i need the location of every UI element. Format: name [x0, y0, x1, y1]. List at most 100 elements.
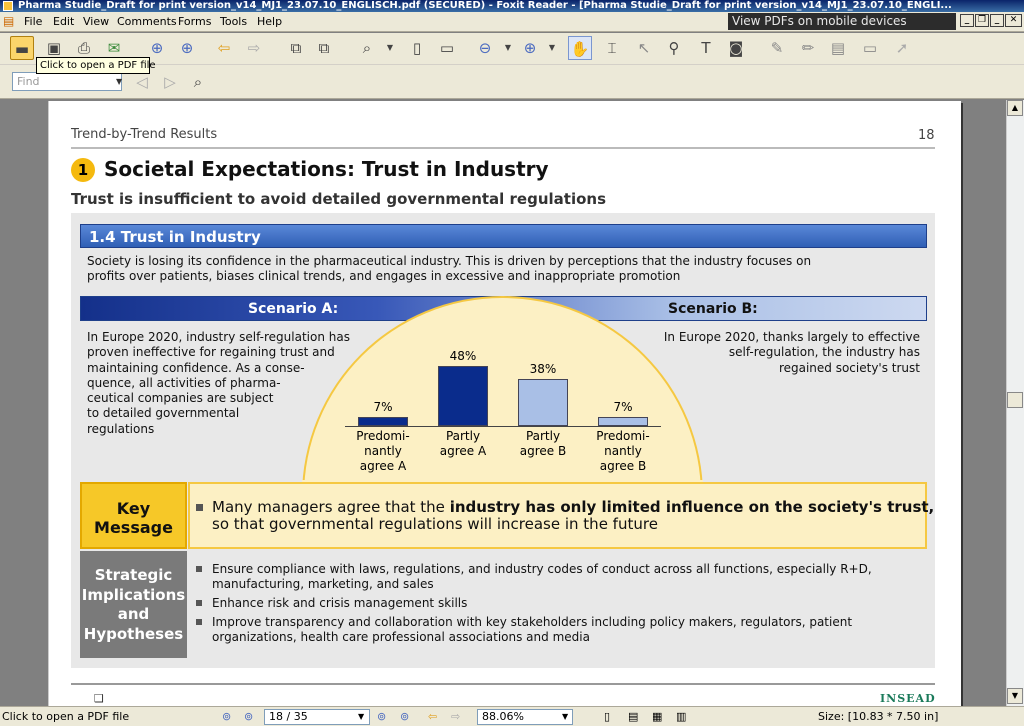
scenario-b-text: In Europe 2020, thanks largely to effect…: [620, 330, 920, 376]
zoom-level-dropdown-icon[interactable]: ▼: [562, 712, 568, 721]
mobile-promo-banner[interactable]: View PDFs on mobile devices: [728, 13, 956, 30]
binoculars-icon[interactable]: ⚲: [662, 36, 686, 60]
continuous-facing-icon[interactable]: ▥: [676, 710, 686, 723]
zoom-dropdown-icon[interactable]: ▼: [378, 36, 402, 60]
comment-icon[interactable]: ▭: [858, 36, 882, 60]
key-message-text: Many managers agree that the industry ha…: [196, 499, 934, 533]
scenario-a-line: ceutical companies are subject: [87, 391, 274, 406]
window-minimize-button[interactable]: _: [990, 14, 1004, 27]
key-message-label-line: Message: [94, 518, 173, 537]
page-number: 18: [918, 128, 935, 143]
select-annotation-icon[interactable]: ↖: [632, 36, 656, 60]
rotate-page-icon[interactable]: ⧉: [284, 36, 308, 60]
stamp-icon[interactable]: ➚: [890, 36, 914, 60]
zoom-out-circle-icon[interactable]: ⊖: [473, 36, 497, 60]
zoom-in-circle-icon[interactable]: ⊕: [518, 36, 542, 60]
menu-forms[interactable]: Forms: [178, 15, 211, 28]
facing-page-icon[interactable]: ▦: [652, 710, 662, 723]
back-arrow-icon[interactable]: ⇦: [212, 36, 236, 60]
scenario-a-line: regulations: [87, 421, 155, 436]
prev-page-icon[interactable]: ⊚: [244, 710, 253, 723]
scenario-a-line: quence, all activities of pharma-: [87, 375, 281, 390]
find-dropdown-icon[interactable]: ▼: [116, 72, 126, 91]
rotate-page-right-icon[interactable]: ⧉: [312, 36, 336, 60]
chart-bar: [358, 417, 408, 426]
hand-tool-icon[interactable]: ✋: [568, 36, 592, 60]
menu-edit[interactable]: Edit: [53, 15, 74, 28]
chart-category-label: Predomi-nantly agree B: [596, 429, 650, 473]
strategic-implications-list: Ensure compliance with laws, regulations…: [196, 562, 872, 649]
scenario-b-line: self-regulation, the industry has: [728, 345, 920, 360]
header-divider: [71, 147, 935, 149]
menu-view[interactable]: View: [83, 15, 109, 28]
continuous-page-icon[interactable]: ▤: [628, 710, 638, 723]
key-message-text-line2: so that governmental regulations will in…: [212, 515, 658, 533]
page-header: Trend-by-Trend Results: [71, 127, 218, 142]
page-dropdown-icon[interactable]: ▼: [358, 712, 364, 721]
fit-page-icon[interactable]: ▯: [405, 36, 429, 60]
chart-value-label: 7%: [373, 400, 393, 414]
next-page-icon[interactable]: ⊕: [175, 36, 199, 60]
forward-arrow-icon[interactable]: ⇨: [242, 36, 266, 60]
fit-width-icon[interactable]: ▭: [435, 36, 459, 60]
find-input[interactable]: Find: [12, 72, 122, 91]
single-page-icon[interactable]: ▯: [604, 710, 610, 723]
list-item: Improve transparency and collaboration w…: [196, 615, 872, 645]
page-title: Societal Expectations: Trust in Industry: [104, 157, 549, 181]
zoom-in-icon[interactable]: ⌕: [355, 36, 379, 60]
zoom-in-dropdown-icon[interactable]: ▼: [540, 36, 564, 60]
scroll-down-icon[interactable]: ▼: [1007, 688, 1023, 704]
menu-tools[interactable]: Tools: [220, 15, 247, 28]
footer-logo: INSEAD: [880, 692, 936, 705]
select-text-icon[interactable]: ⌶: [600, 36, 624, 60]
section-description-line: Society is losing its confidence in the …: [87, 254, 812, 268]
page-number-input[interactable]: 18 / 35: [264, 709, 370, 725]
annotation-tool-icon[interactable]: ✎: [765, 36, 789, 60]
first-page-icon[interactable]: ⊚: [222, 710, 231, 723]
bullet-icon: [196, 566, 202, 572]
list-item-line: Ensure compliance with laws, regulations…: [212, 562, 872, 576]
open-folder-icon[interactable]: ▬: [10, 36, 34, 60]
chart-category-label: Partly agree B: [519, 429, 567, 458]
footer-divider: [71, 683, 935, 685]
chart-category-label: Predomi-nantly agree A: [356, 429, 410, 473]
page-size-readout: Size: [10.83 * 7.50 in]: [818, 710, 939, 723]
list-item-line: manufacturing, marketing, and sales: [212, 577, 434, 591]
tooltip: Click to open a PDF file: [36, 57, 156, 74]
section-title-bar: 1.4 Trust in Industry: [80, 224, 927, 248]
strategic-implications-label: Strategic Implications and Hypotheses: [80, 551, 187, 658]
advanced-search-icon[interactable]: ⌕: [186, 70, 210, 94]
zoom-input[interactable]: 88.06%: [477, 709, 573, 725]
text-box-icon[interactable]: ▤: [826, 36, 850, 60]
forward-status-icon[interactable]: ⇨: [451, 710, 460, 723]
last-page-icon[interactable]: ⊚: [400, 710, 409, 723]
zoom-out-dropdown-icon[interactable]: ▼: [496, 36, 520, 60]
chart-baseline: [345, 426, 661, 427]
scenario-a-line: maintaining confidence. As a conse-: [87, 360, 305, 375]
scrollbar-thumb[interactable]: [1007, 392, 1023, 408]
footer-logo-icon: ❑: [94, 692, 104, 705]
menu-comments[interactable]: Comments: [117, 15, 177, 28]
snapshot-icon[interactable]: ◙: [724, 36, 748, 60]
back-status-icon[interactable]: ⇦: [428, 710, 437, 723]
pencil-icon[interactable]: ✏: [796, 36, 820, 60]
strategic-label-line: Implications: [81, 585, 186, 604]
typewriter-icon[interactable]: T: [694, 36, 718, 60]
section-description-line: profits over patients, biases clinical t…: [87, 269, 681, 283]
doc-restore-button[interactable]: ❐: [975, 14, 989, 27]
menu-help[interactable]: Help: [257, 15, 282, 28]
menu-file[interactable]: File: [24, 15, 42, 28]
doc-minimize-button[interactable]: _: [960, 14, 974, 27]
next-page-status-icon[interactable]: ⊚: [377, 710, 386, 723]
scenario-b-title: Scenario B:: [668, 301, 758, 317]
list-item-line: organizations, health care professional …: [212, 630, 590, 644]
scroll-up-icon[interactable]: ▲: [1007, 100, 1023, 116]
key-message-text-pre: Many managers agree that the: [212, 498, 450, 516]
doc-close-button[interactable]: ✕: [1005, 14, 1022, 27]
scenario-a-line: proven ineffective for regaining trust a…: [87, 345, 335, 360]
find-next-icon[interactable]: ▷: [158, 70, 182, 94]
scenario-a-line: In Europe 2020, industry self-regulation…: [87, 330, 350, 344]
window-title-bar: Pharma Studie_Draft for print version_v1…: [0, 0, 1024, 12]
list-item-line: Improve transparency and collaboration w…: [212, 615, 853, 629]
list-item: Enhance risk and crisis management skill…: [196, 596, 872, 611]
